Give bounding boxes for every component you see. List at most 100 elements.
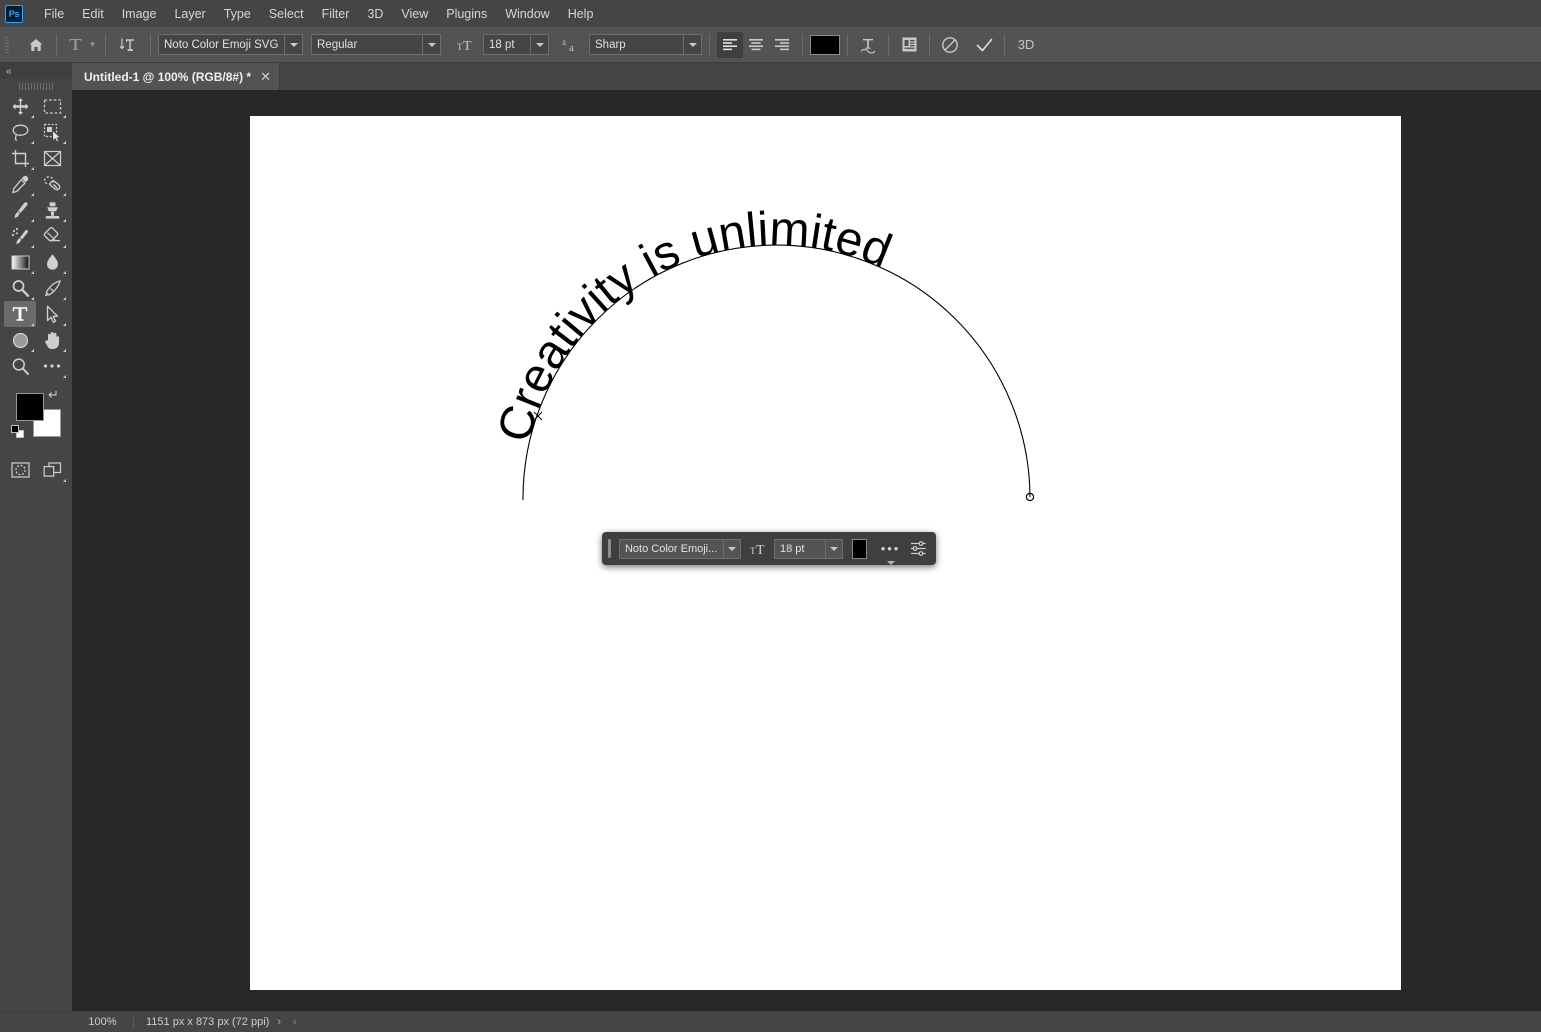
svg-text:T: T: [463, 39, 472, 53]
font-size-value: 18 pt: [483, 34, 531, 55]
rectangular-marquee-tool[interactable]: [36, 93, 68, 119]
collapse-panel-icon[interactable]: «: [6, 66, 11, 77]
anti-alias-value: Sharp: [589, 34, 684, 55]
anti-aliasing-icon: a a: [559, 32, 585, 58]
chevron-down-icon[interactable]: [285, 34, 303, 55]
options-bar-grip[interactable]: [3, 35, 13, 55]
svg-text:a: a: [569, 42, 574, 53]
chevron-down-icon[interactable]: [531, 34, 549, 55]
screen-mode-button[interactable]: [36, 457, 68, 483]
horizontal-type-tool[interactable]: [4, 301, 36, 327]
tools-panel-grip[interactable]: [0, 79, 72, 93]
svg-text:T: T: [756, 543, 765, 557]
pen-tool[interactable]: [36, 275, 68, 301]
lasso-tool[interactable]: [4, 119, 36, 145]
menu-bar: Ps File Edit Image Layer Type Select Fil…: [0, 0, 1541, 27]
frame-tool[interactable]: [36, 145, 68, 171]
color-picker-block: ↵: [0, 387, 72, 451]
font-family-select[interactable]: Noto Color Emoji SVG: [158, 34, 303, 55]
floating-text-toolbar[interactable]: Noto Color Emoji... T T 18 pt •••: [602, 532, 936, 565]
zoom-level[interactable]: 100%: [72, 1016, 134, 1028]
zoom-tool[interactable]: [4, 353, 36, 379]
menu-select[interactable]: Select: [260, 3, 313, 25]
spot-healing-brush-tool[interactable]: [36, 171, 68, 197]
dodge-tool[interactable]: [4, 275, 36, 301]
move-tool[interactable]: [4, 93, 36, 119]
eyedropper-tool[interactable]: [4, 171, 36, 197]
font-style-select[interactable]: Regular: [311, 34, 441, 55]
floating-font-family-value: Noto Color Emoji...: [619, 539, 724, 559]
tools-grid: [0, 93, 72, 379]
tools-bottom-group: [0, 457, 72, 483]
font-size-select[interactable]: 18 pt: [483, 34, 549, 55]
menu-plugins[interactable]: Plugins: [437, 3, 496, 25]
chevron-down-icon[interactable]: [826, 539, 843, 559]
crop-tool[interactable]: [4, 145, 36, 171]
more-options-icon[interactable]: •••: [879, 537, 901, 561]
align-left-icon[interactable]: [717, 32, 743, 58]
chevron-down-icon[interactable]: [423, 34, 441, 55]
font-family-value: Noto Color Emoji SVG: [158, 34, 285, 55]
chevron-left-icon[interactable]: ‹: [289, 1016, 301, 1028]
edit-toolbar-more-icon[interactable]: [36, 353, 68, 379]
history-brush-tool[interactable]: [4, 223, 36, 249]
type-tool-icon[interactable]: ▾: [64, 32, 98, 58]
path-selection-tool[interactable]: [36, 301, 68, 327]
menu-filter[interactable]: Filter: [313, 3, 359, 25]
anti-alias-select[interactable]: Sharp: [589, 34, 702, 55]
document-tab[interactable]: Untitled-1 @ 100% (RGB/8#) * ✕: [72, 63, 280, 90]
menu-layer[interactable]: Layer: [165, 3, 214, 25]
3d-mode-button[interactable]: 3D: [1012, 32, 1040, 58]
floating-font-family-select[interactable]: Noto Color Emoji...: [619, 539, 741, 559]
align-right-icon[interactable]: [769, 32, 795, 58]
chevron-down-icon[interactable]: [724, 539, 741, 559]
blur-tool[interactable]: [36, 249, 68, 275]
home-icon[interactable]: [23, 32, 49, 58]
eraser-tool[interactable]: [36, 223, 68, 249]
divider: [847, 34, 848, 56]
object-selection-tool[interactable]: [36, 119, 68, 145]
divider: [802, 34, 803, 56]
chevron-right-icon[interactable]: ›: [269, 1016, 289, 1028]
curved-text[interactable]: Creativity is unlimited: [488, 202, 899, 447]
menu-type[interactable]: Type: [215, 3, 260, 25]
swap-colors-icon[interactable]: ↵: [48, 387, 59, 403]
character-paragraph-panels-icon[interactable]: [896, 32, 922, 58]
close-icon[interactable]: ✕: [260, 70, 271, 83]
divider: [56, 34, 57, 56]
commit-edits-icon[interactable]: [971, 32, 997, 58]
chevron-down-icon[interactable]: [684, 34, 702, 55]
ellipse-tool[interactable]: [4, 327, 36, 353]
menu-file[interactable]: File: [35, 3, 73, 25]
menu-window[interactable]: Window: [496, 3, 558, 25]
options-bar: ▾ Noto Color Emoji SVG Regular T T: [0, 27, 1541, 63]
default-colors-icon[interactable]: [11, 425, 24, 438]
create-warped-text-icon[interactable]: [855, 32, 881, 58]
toggle-text-orientation-icon[interactable]: [113, 32, 143, 58]
hand-tool[interactable]: [36, 327, 68, 353]
align-center-icon[interactable]: [743, 32, 769, 58]
brush-tool[interactable]: [4, 197, 36, 223]
toolbar-settings-icon[interactable]: [908, 537, 930, 561]
floating-text-color-swatch[interactable]: [852, 539, 867, 559]
divider: [709, 34, 710, 56]
menu-edit[interactable]: Edit: [73, 3, 113, 25]
text-color-swatch[interactable]: [810, 35, 840, 55]
drag-handle-icon[interactable]: [608, 539, 611, 558]
document-tab-title: Untitled-1 @ 100% (RGB/8#) *: [84, 70, 251, 84]
canvas-workspace[interactable]: Creativity is unlimited Noto Color Emoji…: [72, 90, 1541, 1011]
floating-font-size-icon: T T: [750, 541, 770, 557]
gradient-tool[interactable]: [4, 249, 36, 275]
menu-3d[interactable]: 3D: [358, 3, 392, 25]
font-size-icon: T T: [453, 32, 479, 58]
menu-view[interactable]: View: [392, 3, 437, 25]
clone-stamp-tool[interactable]: [36, 197, 68, 223]
photoshop-window: Ps File Edit Image Layer Type Select Fil…: [0, 0, 1541, 1032]
floating-font-size-select[interactable]: 18 pt: [774, 539, 843, 559]
quick-mask-mode-button[interactable]: [4, 457, 36, 483]
divider: [929, 34, 930, 56]
cancel-edits-icon[interactable]: [937, 32, 963, 58]
menu-image[interactable]: Image: [113, 3, 166, 25]
menu-help[interactable]: Help: [559, 3, 603, 25]
foreground-color-swatch[interactable]: [16, 393, 44, 421]
